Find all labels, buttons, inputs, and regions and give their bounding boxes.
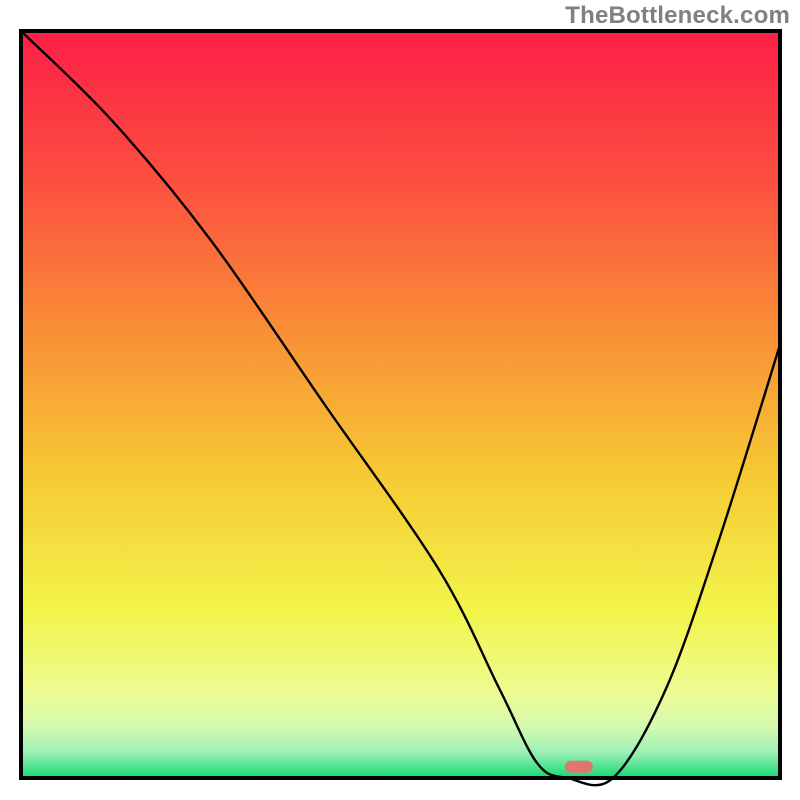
plot-background bbox=[21, 31, 780, 778]
optimum-marker bbox=[565, 761, 593, 773]
chart-stage: TheBottleneck.com bbox=[0, 0, 800, 800]
bottleneck-chart bbox=[0, 0, 800, 800]
